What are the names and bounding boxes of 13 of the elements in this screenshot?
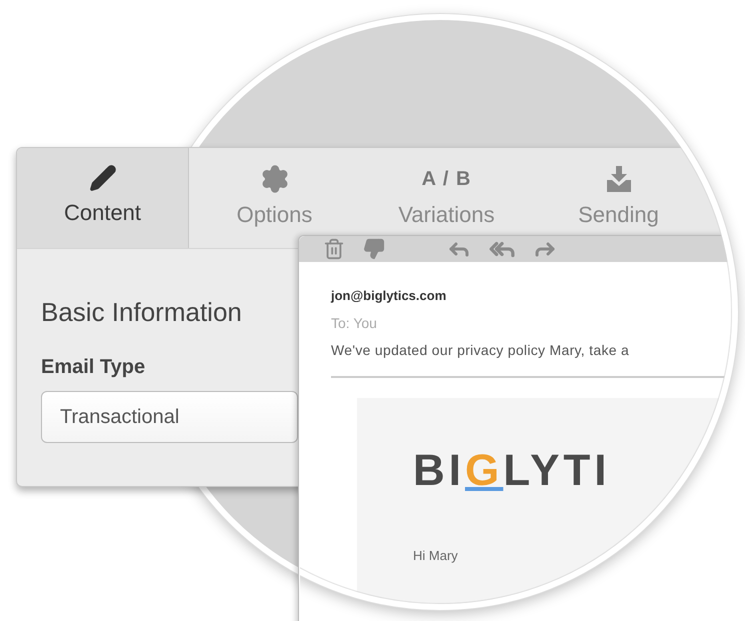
ab-text-icon: A / B: [422, 164, 472, 194]
sender-address: jon@biglytics.com: [331, 288, 448, 305]
email-type-select[interactable]: Transactional: [41, 391, 298, 443]
thumbs-down-icon[interactable]: [363, 238, 385, 260]
pencil-icon: [88, 164, 116, 192]
tab[interactable]: Content: [17, 148, 189, 248]
field-label: Email Type: [41, 356, 146, 379]
greeting-text: Hi Mary: [413, 548, 459, 563]
trash-icon[interactable]: [323, 238, 345, 260]
email-subject: We've updated our privacy policy Mary, take a: [331, 342, 630, 358]
recipient-text: To: You: [331, 315, 378, 333]
section-title: Basic Information: [41, 297, 242, 328]
logo-wordmark: BIG LYTI: [413, 446, 612, 496]
